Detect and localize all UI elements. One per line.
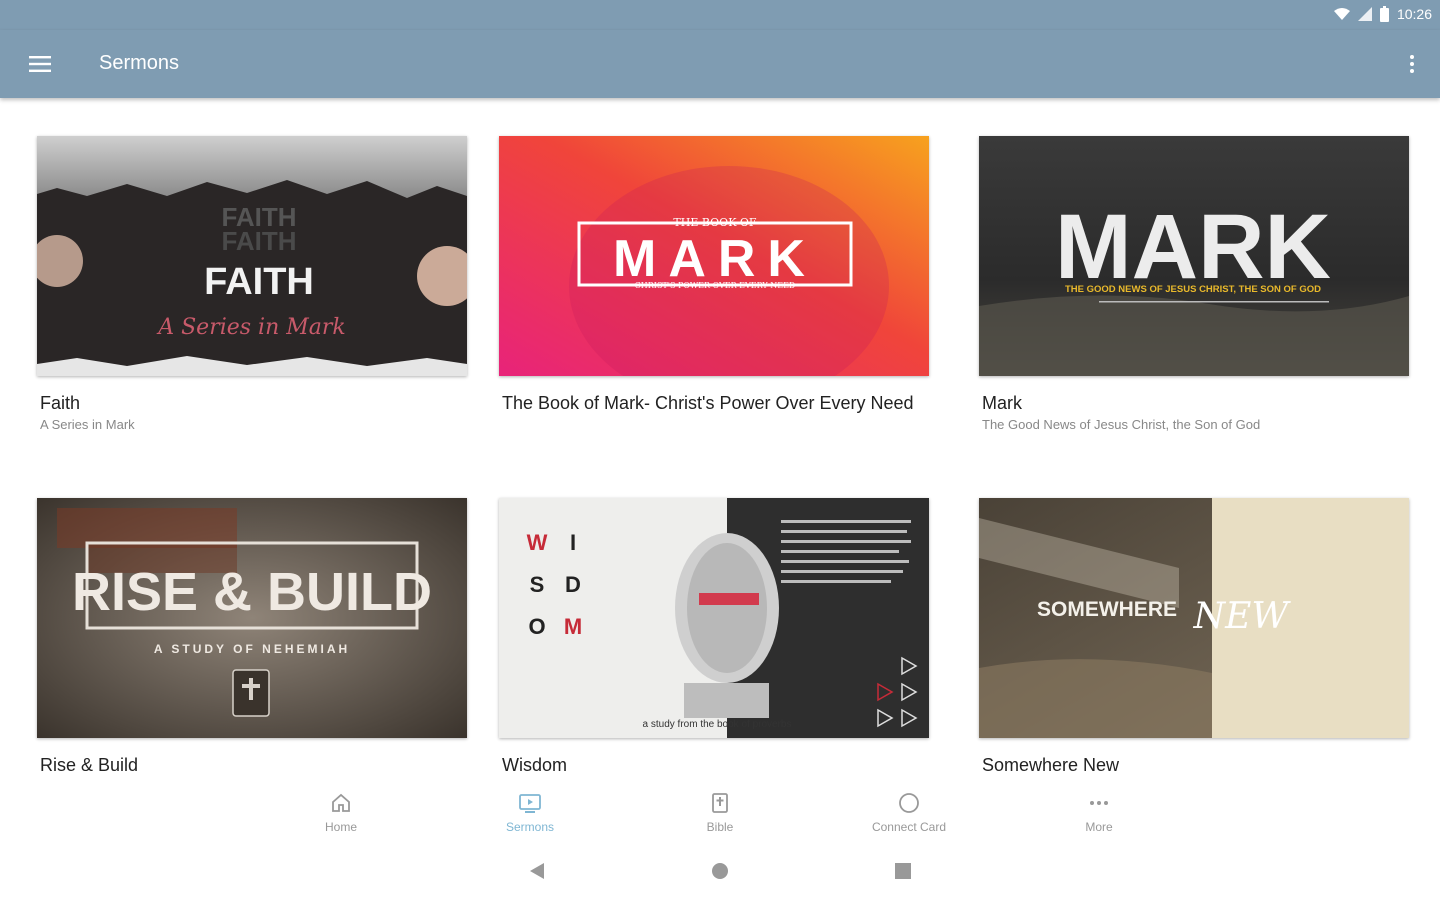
nav-label: Connect Card [871,820,947,834]
signal-icon [1357,7,1372,21]
sermon-title: The Book of Mark- Christ's Power Over Ev… [502,393,914,413]
nav-more[interactable]: More [1039,792,1159,834]
sermon-grid: FAITH FAITH FAITH A Series in Mark Faith… [0,98,1440,784]
sermon-card[interactable]: RISE & BUILD A STUDY OF NEHEMIAH Rise & … [37,498,467,779]
sermon-thumbnail: SOMEWHERE NEW [979,498,1409,738]
svg-text:FAITH: FAITH [221,226,296,256]
nav-label: Home [324,820,357,834]
svg-text:THE GOOD NEWS OF JESUS CHRIST,: THE GOOD NEWS OF JESUS CHRIST, THE SON O… [1065,284,1321,295]
sermon-card[interactable]: W I S D O M a study from the book of pro… [499,498,929,779]
sermon-title: Mark [982,393,1022,413]
bible-icon [712,793,728,813]
nav-connect-card[interactable]: Connect Card [849,792,969,834]
sermon-card[interactable]: MARK THE GOOD NEWS OF JESUS CHRIST, THE … [979,136,1409,432]
nav-bible[interactable]: Bible [660,792,780,834]
overflow-menu-button[interactable] [1404,50,1420,78]
sermon-subtitle: The Good News of Jesus Christ, the Son o… [982,417,1261,432]
status-icons: 10:26 [1333,6,1432,22]
wisdom-artwork: W I S D O M a study from the book of pro… [499,498,929,738]
sermon-card[interactable]: FAITH FAITH FAITH A Series in Mark Faith… [37,136,467,432]
sermon-thumbnail: RISE & BUILD A STUDY OF NEHEMIAH [37,498,467,738]
sermon-subtitle: A Series in Mark [40,417,135,432]
mark-good-news-artwork: MARK THE GOOD NEWS OF JESUS CHRIST, THE … [979,136,1409,376]
menu-button[interactable] [22,50,58,78]
sermon-title: Rise & Build [40,755,139,775]
battery-icon [1379,6,1389,22]
sermon-title: Wisdom [502,755,568,775]
wifi-icon [1333,8,1350,20]
svg-text:O: O [528,614,545,639]
sermon-title: Somewhere New [982,755,1120,775]
svg-text:S: S [530,572,545,597]
svg-text:I: I [570,530,576,555]
sermon-thumbnail: THE BOOK OF MARK CHRIST'S POWER OVER EVE… [499,136,929,376]
nav-label: Bible [706,820,734,834]
svg-text:a study from the book of prove: a study from the book of proverbs [643,719,792,730]
back-icon[interactable] [528,862,546,880]
sermon-card[interactable]: SOMEWHERE NEW Somewhere New [979,498,1409,779]
page-title: Sermons [99,52,180,74]
home-icon [332,793,350,812]
svg-text:NEW: NEW [1193,596,1292,637]
mark-lion-artwork: THE BOOK OF MARK CHRIST'S POWER OVER EVE… [499,136,929,376]
more-icon [1090,801,1108,805]
svg-text:RISE & BUILD: RISE & BUILD [72,562,432,622]
home-circle-icon[interactable] [711,862,729,880]
svg-text:M: M [564,614,582,639]
hamburger-menu-icon [29,56,51,72]
nav-label: Sermons [505,820,555,834]
bottom-navigation: Home Sermons Bible Connect Card More [0,784,1440,844]
svg-text:CHRIST'S POWER OVER EVERY NEED: CHRIST'S POWER OVER EVERY NEED [635,281,796,290]
svg-text:W: W [527,530,548,555]
nav-label: More [1085,820,1113,834]
status-time: 10:26 [1396,6,1432,22]
svg-text:A Series in Mark: A Series in Mark [156,315,346,340]
svg-text:MARK: MARK [1055,196,1331,298]
sermon-thumbnail: MARK THE GOOD NEWS OF JESUS CHRIST, THE … [979,136,1409,376]
svg-text:THE BOOK OF: THE BOOK OF [673,216,757,229]
svg-text:MARK: MARK [613,230,817,288]
svg-text:A STUDY OF NEHEMIAH: A STUDY OF NEHEMIAH [154,642,350,656]
connect-card-icon [899,793,919,813]
system-navigation-bar [0,844,1440,900]
sermon-thumbnail: W I S D O M a study from the book of pro… [499,498,929,738]
nav-sermons[interactable]: Sermons [470,792,590,834]
somewhere-new-artwork: SOMEWHERE NEW [979,498,1409,738]
svg-text:FAITH: FAITH [204,261,314,303]
sermon-title: Faith [40,393,81,413]
faith-artwork: FAITH FAITH FAITH A Series in Mark [37,136,467,376]
status-bar: 10:26 [0,0,1440,30]
rise-build-artwork: RISE & BUILD A STUDY OF NEHEMIAH [37,498,467,738]
svg-text:D: D [565,572,581,597]
recents-icon[interactable] [894,862,912,880]
sermons-icon [519,794,541,813]
more-vert-icon [1410,55,1414,73]
nav-home[interactable]: Home [281,792,401,834]
svg-text:SOMEWHERE: SOMEWHERE [1037,598,1177,621]
sermon-thumbnail: FAITH FAITH FAITH A Series in Mark [37,136,467,376]
sermon-card[interactable]: THE BOOK OF MARK CHRIST'S POWER OVER EVE… [499,136,929,417]
app-bar: Sermons [0,30,1440,98]
